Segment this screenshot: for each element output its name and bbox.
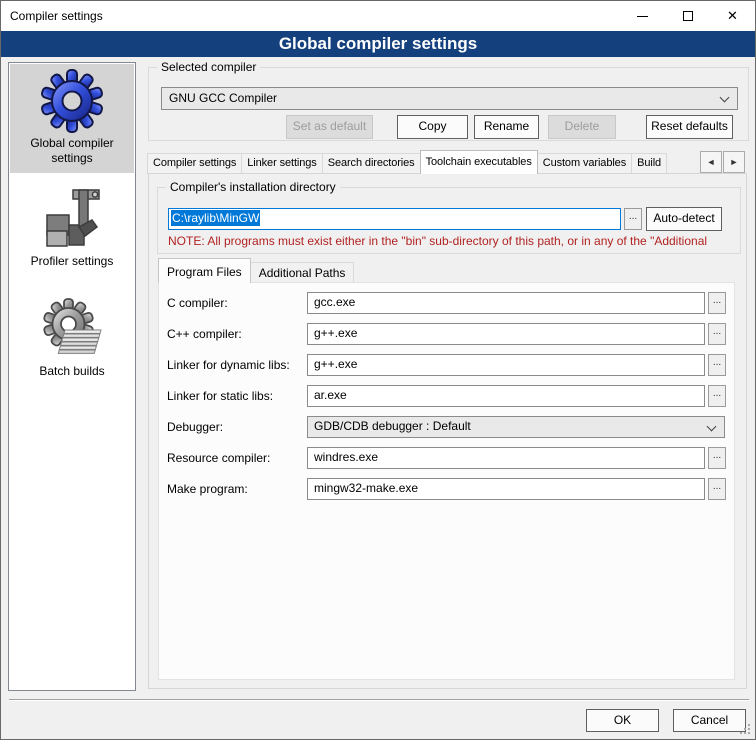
ok-button[interactable]: OK — [586, 709, 659, 732]
field-label: Make program: — [167, 482, 307, 496]
program-files-panel: C compiler: gcc.exe ... C++ compiler: g+… — [158, 282, 735, 680]
settings-category-list: Global compiler settings Profiler settin… — [8, 62, 136, 691]
make-program-input[interactable]: mingw32-make.exe — [307, 478, 705, 500]
resize-grip[interactable] — [748, 732, 750, 734]
browse-button[interactable]: ... — [708, 447, 726, 469]
field-label: C compiler: — [167, 296, 307, 310]
browse-button[interactable]: ... — [708, 354, 726, 376]
dynamic-linker-input[interactable]: g++.exe — [307, 354, 705, 376]
browse-button[interactable]: ... — [708, 385, 726, 407]
static-linker-input[interactable]: ar.exe — [307, 385, 705, 407]
program-files-tabstrip: Program Files Additional Paths — [158, 258, 354, 283]
field-label: C++ compiler: — [167, 327, 307, 341]
reset-defaults-button[interactable]: Reset defaults — [646, 115, 733, 139]
browse-button[interactable]: ... — [708, 478, 726, 500]
sidebar-item-label: Profiler settings — [10, 254, 134, 269]
settings-tabstrip: Compiler settings Linker settings Search… — [147, 150, 698, 174]
group-label: Selected compiler — [157, 60, 260, 74]
titlebar: Compiler settings ✕ — [1, 1, 755, 31]
resource-compiler-input[interactable]: windres.exe — [307, 447, 705, 469]
profiler-caliper-icon — [40, 187, 104, 251]
tab-scroll-right-button[interactable]: ► — [723, 151, 745, 173]
compiler-select[interactable]: GNU GCC Compiler — [161, 87, 738, 110]
copy-button[interactable]: Copy — [397, 115, 468, 139]
tab-compiler-settings[interactable]: Compiler settings — [147, 153, 242, 174]
close-button[interactable]: ✕ — [710, 2, 755, 31]
sidebar-item-label: Batch builds — [10, 364, 134, 379]
tab-build-options[interactable]: Build — [632, 153, 667, 174]
debugger-select-value: GDB/CDB debugger : Default — [314, 419, 471, 433]
tab-additional-paths[interactable]: Additional Paths — [250, 262, 355, 283]
sidebar-item-profiler-settings[interactable]: Profiler settings — [10, 182, 134, 276]
compiler-settings-dialog: Compiler settings ✕ Global compiler sett… — [0, 0, 756, 740]
arrow-right-icon: ► — [730, 157, 739, 167]
arrow-left-icon: ◄ — [707, 157, 716, 167]
field-row: C++ compiler: g++.exe ... — [167, 323, 734, 345]
installation-directory-input[interactable]: C:\raylib\MinGW — [168, 208, 621, 230]
cpp-compiler-input[interactable]: g++.exe — [307, 323, 705, 345]
tab-toolchain-executables[interactable]: Toolchain executables — [420, 150, 538, 174]
close-icon: ✕ — [727, 8, 738, 24]
rename-button[interactable]: Rename — [474, 115, 539, 139]
page-title: Global compiler settings — [1, 31, 755, 57]
field-label: Linker for dynamic libs: — [167, 358, 307, 372]
compiler-select-value: GNU GCC Compiler — [169, 91, 277, 105]
field-label: Debugger: — [167, 420, 307, 434]
c-compiler-input[interactable]: gcc.exe — [307, 292, 705, 314]
tab-program-files[interactable]: Program Files — [158, 258, 251, 283]
tab-search-directories[interactable]: Search directories — [323, 153, 421, 174]
toolchain-executables-page: Compiler's installation directory C:\ray… — [148, 173, 747, 689]
sidebar-item-label: Global compiler settings — [10, 136, 134, 166]
sidebar-item-batch-builds[interactable]: Batch builds — [10, 292, 134, 386]
set-as-default-button[interactable]: Set as default — [286, 115, 373, 139]
browse-directory-button[interactable]: ... — [624, 208, 642, 230]
field-row: Make program: mingw32-make.exe ... — [167, 478, 734, 500]
field-label: Linker for static libs: — [167, 389, 307, 403]
cancel-button[interactable]: Cancel — [673, 709, 746, 732]
minimize-button[interactable] — [620, 2, 665, 31]
chevron-down-icon — [707, 422, 717, 432]
field-row: Debugger: GDB/CDB debugger : Default — [167, 416, 734, 438]
tab-linker-settings[interactable]: Linker settings — [242, 153, 322, 174]
field-row: Linker for dynamic libs: g++.exe ... — [167, 354, 734, 376]
field-row: Linker for static libs: ar.exe ... — [167, 385, 734, 407]
gray-gear-stack-icon — [40, 297, 104, 361]
bin-subdirectory-note: NOTE: All programs must exist either in … — [168, 234, 739, 248]
chevron-down-icon — [720, 93, 730, 103]
footer-separator — [9, 699, 749, 701]
field-row: C compiler: gcc.exe ... — [167, 292, 734, 314]
selected-text: C:\raylib\MinGW — [171, 210, 260, 226]
debugger-select[interactable]: GDB/CDB debugger : Default — [307, 416, 725, 438]
sidebar-item-global-compiler-settings[interactable]: Global compiler settings — [10, 64, 134, 173]
field-row: Resource compiler: windres.exe ... — [167, 447, 734, 469]
group-label: Compiler's installation directory — [166, 180, 340, 194]
maximize-icon — [683, 11, 693, 21]
blue-gear-icon — [40, 69, 104, 133]
delete-button[interactable]: Delete — [548, 115, 616, 139]
maximize-button[interactable] — [665, 2, 710, 31]
browse-button[interactable]: ... — [708, 292, 726, 314]
minimize-icon — [637, 16, 648, 17]
installation-directory-group: Compiler's installation directory C:\ray… — [157, 187, 741, 254]
browse-button[interactable]: ... — [708, 323, 726, 345]
auto-detect-button[interactable]: Auto-detect — [646, 207, 722, 231]
field-label: Resource compiler: — [167, 451, 307, 465]
tab-scroll-left-button[interactable]: ◄ — [700, 151, 722, 173]
tab-custom-variables[interactable]: Custom variables — [538, 153, 632, 174]
window-title: Compiler settings — [1, 9, 620, 23]
